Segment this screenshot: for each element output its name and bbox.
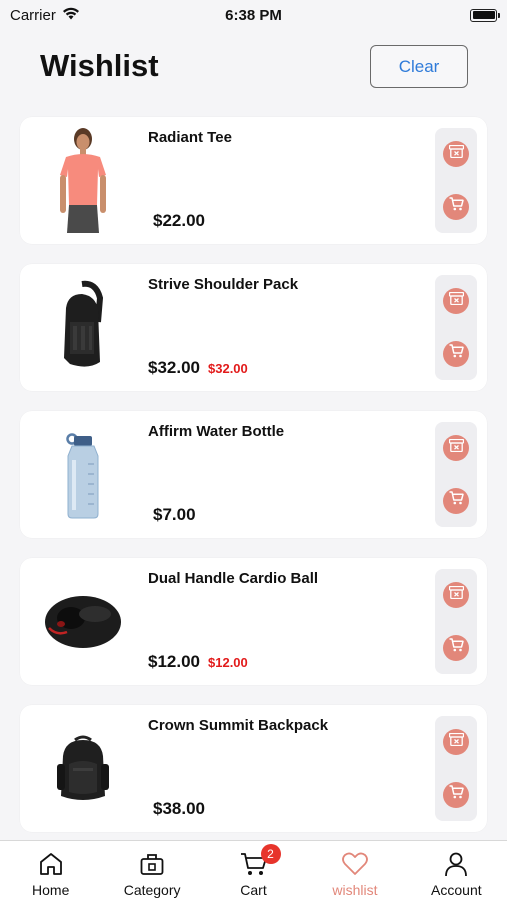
wishlist-item[interactable]: Dual Handle Cardio Ball $12.00 $12.00 — [20, 558, 487, 685]
category-icon — [137, 849, 167, 879]
item-actions — [435, 422, 477, 527]
product-price: $32.00 — [148, 358, 200, 377]
cart-icon — [449, 491, 464, 510]
item-actions — [435, 716, 477, 821]
person-icon — [441, 849, 471, 879]
wishlist-list: Radiant Tee $22.00 Strive Shoulder Pack … — [20, 117, 487, 852]
cart-icon — [449, 197, 464, 216]
add-to-cart-button[interactable] — [443, 193, 469, 220]
product-old-price: $12.00 — [208, 655, 248, 670]
header: Wishlist Clear — [0, 40, 507, 100]
tab-label: Account — [431, 882, 482, 898]
add-to-cart-button[interactable] — [443, 781, 469, 808]
status-bar: Carrier 6:38 PM — [0, 0, 507, 30]
remove-icon — [448, 292, 464, 310]
sling-bag-photo — [38, 270, 128, 385]
tab-bar: Home Category 2 Cart wishlist Account — [0, 840, 507, 900]
product-price: $22.00 — [153, 211, 205, 230]
remove-icon — [448, 733, 464, 751]
tab-cart[interactable]: 2 Cart — [203, 841, 304, 900]
product-price: $7.00 — [153, 505, 196, 524]
water-bottle-photo — [38, 417, 128, 532]
cart-icon — [449, 344, 464, 363]
add-to-cart-button[interactable] — [443, 340, 469, 367]
add-to-cart-button[interactable] — [443, 634, 469, 661]
tab-label: Cart — [240, 882, 267, 898]
remove-button[interactable] — [443, 288, 469, 315]
product-name[interactable]: Affirm Water Bottle — [148, 423, 284, 440]
product-name[interactable]: Dual Handle Cardio Ball — [148, 570, 318, 587]
item-actions — [435, 569, 477, 674]
product-price: $12.00 — [148, 652, 200, 671]
remove-button[interactable] — [443, 141, 469, 168]
cart-icon: 2 — [239, 844, 281, 879]
wifi-icon — [62, 7, 80, 24]
page-title: Wishlist — [40, 48, 159, 83]
backpack-photo — [38, 711, 128, 826]
product-price: $38.00 — [153, 799, 205, 818]
product-name[interactable]: Crown Summit Backpack — [148, 717, 328, 734]
item-actions — [435, 128, 477, 233]
remove-icon — [448, 145, 464, 163]
battery-icon — [470, 8, 500, 22]
tab-label: Home — [32, 882, 70, 898]
product-name[interactable]: Radiant Tee — [148, 129, 232, 146]
cart-icon — [449, 785, 464, 804]
heart-icon — [340, 849, 370, 879]
cart-icon — [449, 638, 464, 657]
tab-label: Category — [123, 882, 181, 898]
tab-category[interactable]: Category — [101, 841, 202, 900]
remove-button[interactable] — [443, 582, 469, 609]
add-to-cart-button[interactable] — [443, 487, 469, 514]
wishlist-item[interactable]: Strive Shoulder Pack $32.00 $32.00 — [20, 264, 487, 391]
tab-label: wishlist — [332, 882, 378, 898]
wishlist-item[interactable]: Affirm Water Bottle $7.00 — [20, 411, 487, 538]
wishlist-item[interactable]: Radiant Tee $22.00 — [20, 117, 487, 244]
clear-button[interactable]: Clear — [370, 45, 468, 88]
item-actions — [435, 275, 477, 380]
tab-wishlist[interactable]: wishlist — [304, 841, 405, 900]
remove-icon — [448, 586, 464, 604]
cardio-ball-photo — [38, 564, 128, 679]
cart-badge: 2 — [260, 844, 281, 864]
remove-button[interactable] — [443, 729, 469, 756]
home-icon — [36, 849, 66, 879]
carrier-label: Carrier — [10, 6, 56, 24]
tab-home[interactable]: Home — [0, 841, 101, 900]
wishlist-item[interactable]: Crown Summit Backpack $38.00 — [20, 705, 487, 832]
product-name[interactable]: Strive Shoulder Pack — [148, 276, 298, 293]
product-old-price: $32.00 — [208, 361, 248, 376]
tshirt-photo — [38, 123, 128, 238]
remove-icon — [448, 439, 464, 457]
tab-account[interactable]: Account — [406, 841, 507, 900]
remove-button[interactable] — [443, 435, 469, 462]
